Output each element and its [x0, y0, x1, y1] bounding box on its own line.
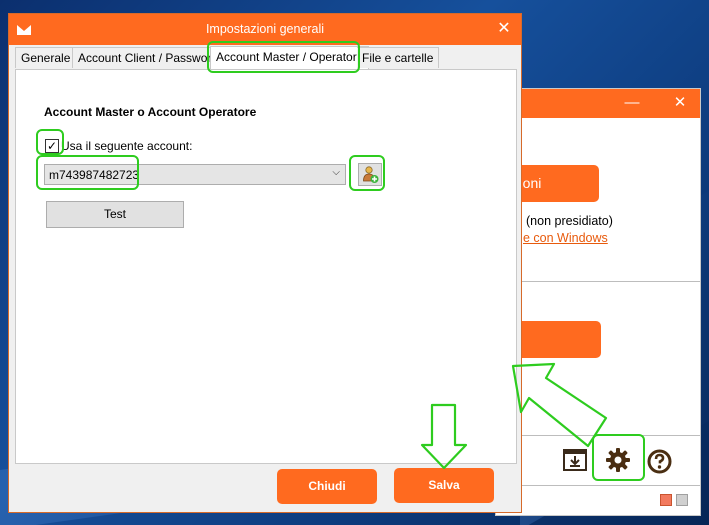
annotation-arrows — [420, 362, 608, 470]
diagonal-arrow-icon — [511, 362, 608, 448]
down-arrow-icon — [420, 403, 468, 470]
